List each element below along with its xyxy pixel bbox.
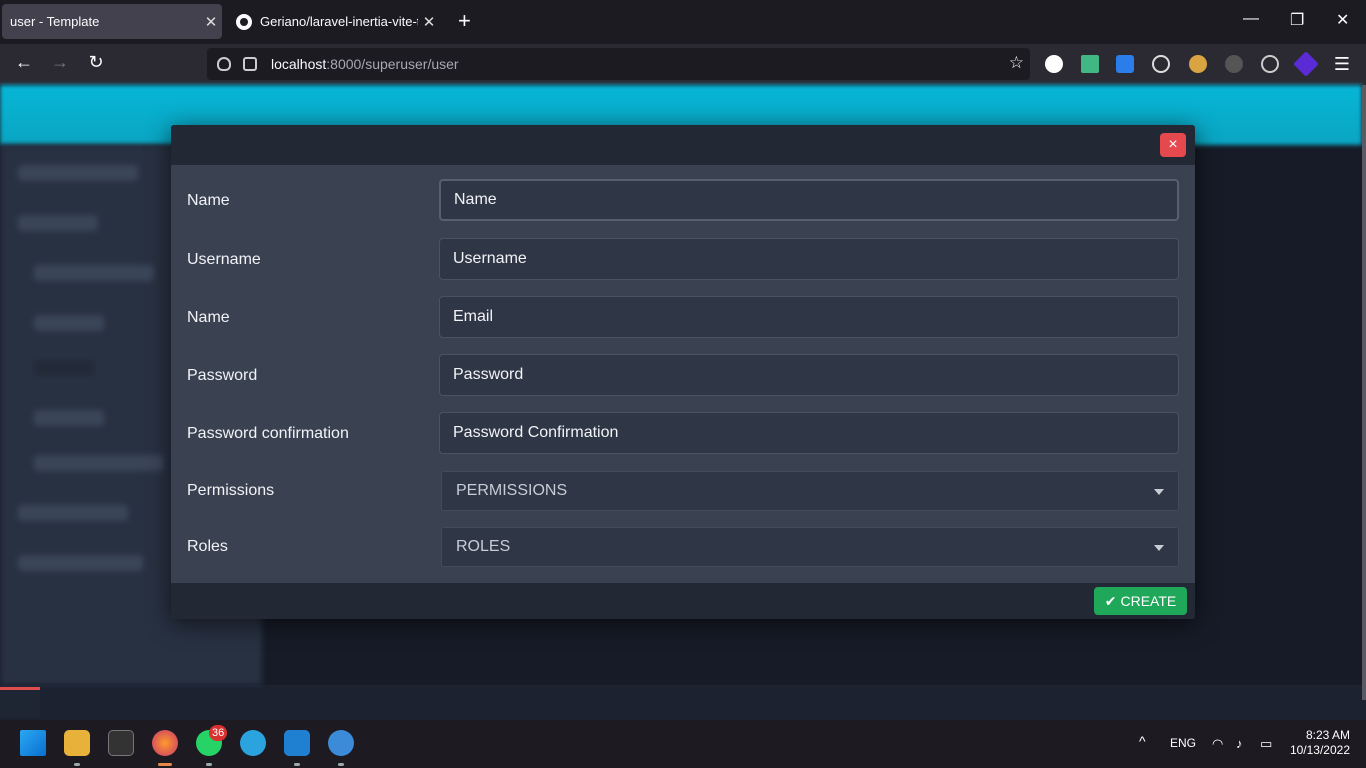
chevron-down-icon — [1154, 489, 1164, 495]
form-row-roles: Roles ROLES — [171, 527, 1195, 573]
create-button[interactable]: ✔ CREATE — [1094, 587, 1187, 615]
sidebar-item — [34, 410, 104, 426]
sidebar-item — [34, 315, 104, 331]
clock-date: 10/13/2022 — [1289, 743, 1350, 757]
password-confirmation-input[interactable] — [439, 412, 1179, 454]
notification-badge: 36 — [209, 725, 228, 741]
new-tab-icon[interactable]: + — [458, 10, 471, 32]
back-icon[interactable]: ← — [12, 52, 36, 73]
reload-icon[interactable]: ↻ — [84, 52, 108, 73]
browser-nav-bar: ← → ↻ localhost:8000/superuser/user ☆ ☰ — [0, 44, 1366, 85]
vscode-icon[interactable] — [284, 730, 310, 756]
roles-select[interactable]: ROLES — [441, 527, 1179, 567]
firefox-icon[interactable] — [152, 730, 178, 756]
field-label: Name — [187, 192, 230, 209]
tab-close-icon[interactable]: ✕ — [418, 13, 440, 31]
form-row-username: Username — [171, 238, 1195, 284]
language-indicator[interactable]: ENG — [1170, 736, 1196, 750]
bookmark-star-icon[interactable]: ☆ — [1009, 53, 1024, 73]
tab-title: Geriano/laravel-inertia-vite-tem — [260, 14, 418, 29]
tab-github[interactable]: Geriano/laravel-inertia-vite-tem ✕ — [228, 4, 440, 39]
password-input[interactable] — [439, 354, 1179, 396]
laravel-debugbar-icon[interactable] — [0, 687, 40, 718]
globe-app-icon[interactable] — [328, 730, 354, 756]
window-close-icon[interactable]: ✕ — [1336, 10, 1349, 30]
modal-close-button[interactable]: × — [1160, 133, 1186, 157]
running-indicator — [338, 763, 344, 766]
extension-bird-icon[interactable] — [1189, 55, 1207, 73]
terminal-icon[interactable] — [108, 730, 134, 756]
field-label: Password — [187, 367, 258, 384]
page-scrollbar[interactable] — [1362, 85, 1366, 700]
field-label: Password confirmation — [187, 425, 349, 442]
field-label: Name — [187, 309, 230, 326]
field-label: Username — [187, 251, 261, 268]
email-input[interactable] — [439, 296, 1179, 338]
running-indicator — [206, 763, 212, 766]
cookie-icon[interactable] — [1152, 55, 1170, 73]
system-clock[interactable]: 8:23 AM 10/13/2022 — [1290, 728, 1350, 758]
chevron-down-icon — [1154, 545, 1164, 551]
modal-footer: ✔ CREATE — [171, 583, 1195, 619]
sidebar-item — [18, 215, 98, 231]
forward-icon[interactable]: → — [48, 52, 72, 73]
url-bar[interactable]: localhost:8000/superuser/user ☆ — [207, 48, 1030, 80]
hamburger-menu-icon[interactable]: ☰ — [1334, 54, 1350, 75]
volume-icon[interactable]: ♪ — [1236, 736, 1243, 751]
clock-time: 8:23 AM — [1305, 728, 1350, 742]
sidebar-item — [18, 165, 138, 181]
form-row-password: Password — [171, 354, 1195, 400]
form-row-permissions: Permissions PERMISSIONS — [171, 471, 1195, 517]
extension-bug-icon[interactable] — [1225, 55, 1243, 73]
battery-icon[interactable]: ▭ — [1260, 736, 1272, 752]
active-indicator — [158, 763, 172, 766]
sidebar-item — [18, 555, 143, 571]
tab-user-template[interactable]: user - Template ✕ — [2, 4, 222, 39]
field-label: Roles — [187, 538, 228, 555]
select-value: ROLES — [456, 538, 511, 555]
shield-icon — [217, 57, 231, 71]
sidebar-item — [34, 360, 94, 376]
field-label: Permissions — [187, 482, 275, 499]
sidebar-item — [34, 265, 154, 281]
minimize-icon[interactable]: — — [1243, 10, 1259, 28]
select-value: PERMISSIONS — [456, 482, 568, 499]
check-icon: ✔ — [1104, 592, 1117, 609]
vue-devtools-icon[interactable] — [1081, 55, 1099, 73]
tab-close-icon[interactable]: ✕ — [200, 13, 222, 31]
sidebar-item — [34, 455, 164, 471]
file-explorer-icon[interactable] — [64, 730, 90, 756]
modal-header: × — [171, 125, 1195, 165]
url-path: :8000/superuser/user — [326, 56, 459, 72]
globe-icon[interactable] — [1261, 55, 1279, 73]
restore-icon[interactable]: ❐ — [1290, 10, 1304, 30]
permissions-select[interactable]: PERMISSIONS — [441, 471, 1179, 511]
page-icon — [243, 57, 257, 71]
github-icon — [236, 13, 252, 30]
form-row-password-confirmation: Password confirmation — [171, 412, 1195, 458]
form-row-name: Name — [171, 179, 1195, 225]
sidebar-item — [18, 505, 128, 521]
windows-start-icon[interactable] — [20, 730, 46, 756]
extension-f-icon[interactable] — [1116, 55, 1134, 73]
grammarly-icon[interactable] — [1045, 55, 1063, 73]
wifi-icon[interactable]: ◠ — [1212, 736, 1223, 752]
create-user-modal: × Name Username Name Password Password c… — [171, 125, 1195, 619]
extension-diamond-icon[interactable] — [1293, 51, 1319, 77]
chevron-up-icon[interactable]: ^ — [1139, 733, 1146, 749]
tab-title: user - Template — [10, 14, 100, 29]
running-indicator — [294, 763, 300, 766]
username-input[interactable] — [439, 238, 1179, 280]
create-button-label: CREATE — [1120, 593, 1177, 609]
url-text: localhost:8000/superuser/user — [271, 56, 459, 72]
telegram-icon[interactable] — [240, 730, 266, 756]
name-input[interactable] — [439, 179, 1179, 221]
form-row-email: Name — [171, 296, 1195, 342]
running-indicator — [74, 763, 80, 766]
windows-taskbar: 36 ^ ENG ◠ ♪ ▭ 8:23 AM 10/13/2022 — [0, 720, 1366, 768]
url-host: localhost — [271, 56, 327, 72]
browser-tab-bar: user - Template ✕ Geriano/laravel-inerti… — [0, 0, 1366, 44]
